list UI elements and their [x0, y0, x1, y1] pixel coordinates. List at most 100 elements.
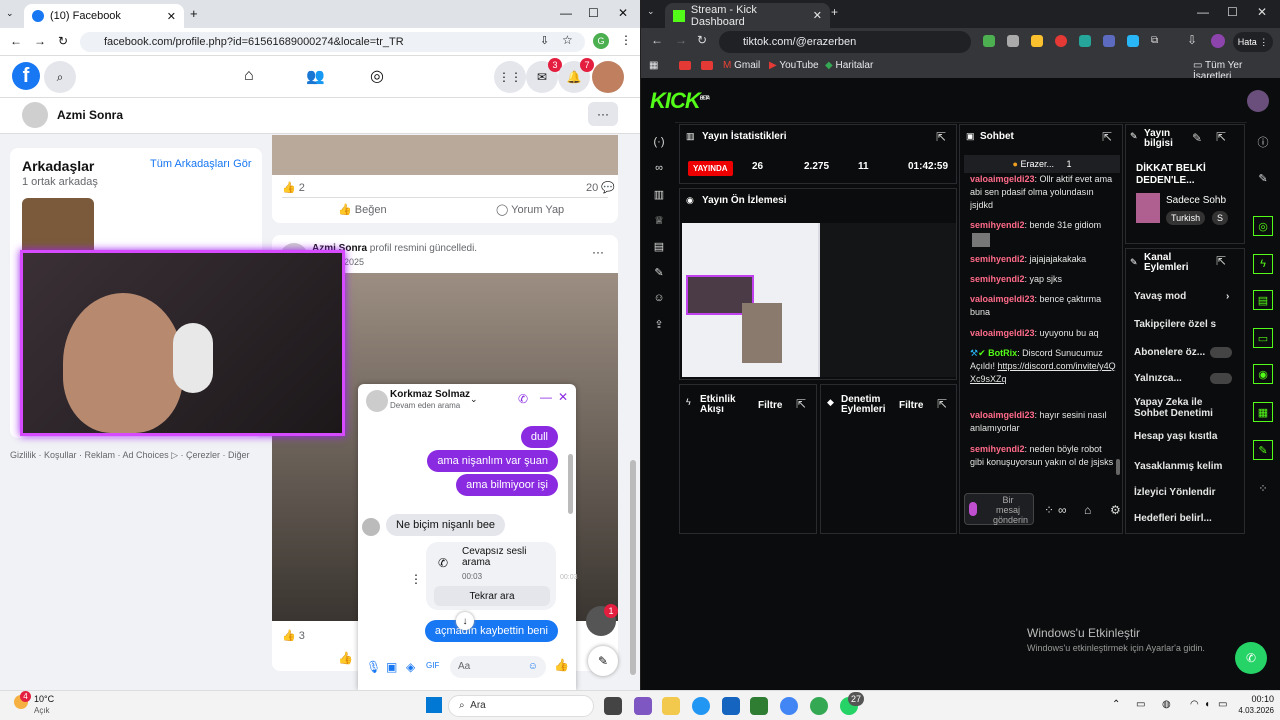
pinned-viewer-bar[interactable]: ● Erazer... 1: [964, 155, 1120, 173]
video-icon[interactable]: ▤: [649, 236, 669, 256]
extension-icon[interactable]: [1079, 35, 1091, 47]
clock-date[interactable]: 4.03.2026: [1228, 706, 1274, 715]
chat-head-avatar[interactable]: 1: [586, 604, 618, 636]
weather-temp[interactable]: 10°C: [34, 694, 54, 704]
groups-icon[interactable]: ◎: [370, 66, 384, 86]
footer-link[interactable]: Diğer: [228, 450, 250, 460]
file-explorer-icon[interactable]: [662, 697, 680, 715]
apps-grid-icon[interactable]: ▦: [649, 60, 658, 71]
broadcast-icon[interactable]: (·): [649, 132, 669, 152]
search-icon[interactable]: ⌕: [44, 61, 76, 93]
url-field[interactable]: tiktok.com/@erazerben: [719, 31, 971, 53]
chrome-icon[interactable]: [780, 697, 798, 715]
trophy-icon[interactable]: ♕: [649, 210, 669, 230]
install-icon[interactable]: ⇩: [540, 34, 549, 47]
task-view-icon[interactable]: [604, 697, 622, 715]
extension-icon[interactable]: [1103, 35, 1115, 47]
comment-count[interactable]: 20 💬: [586, 181, 615, 194]
close-window-icon[interactable]: ✕: [618, 6, 628, 20]
kick-avatar[interactable]: [1247, 90, 1269, 112]
extension-icon[interactable]: [1055, 35, 1067, 47]
thumbs-up-send-icon[interactable]: 👍: [554, 658, 569, 672]
bolt-icon[interactable]: ϟ: [1253, 254, 1273, 274]
infinity-icon[interactable]: ∞: [1058, 503, 1067, 517]
message-input[interactable]: Aa ☺: [450, 656, 546, 678]
footer-link[interactable]: Gizlilik: [10, 450, 36, 460]
chat-message[interactable]: valoaimgeldi23: hayır sesini nasıl anlam…: [970, 409, 1118, 435]
chat-message[interactable]: valoaimgeldi23: bence çaktırma buna: [970, 293, 1118, 319]
account-avatar[interactable]: [592, 61, 624, 93]
friends-icon[interactable]: 👥: [306, 67, 325, 85]
outgoing-message[interactable]: ama bilmiyoor işi: [456, 474, 558, 496]
copilot-icon[interactable]: [634, 697, 652, 715]
tab-list-icon[interactable]: ⌄: [647, 6, 655, 17]
chat-scrollbar[interactable]: [568, 454, 573, 514]
app-icon[interactable]: [750, 697, 768, 715]
popout-icon[interactable]: ⇱: [796, 397, 806, 411]
notifications-icon[interactable]: 🔔 7: [558, 58, 594, 93]
reload-icon[interactable]: ↻: [58, 34, 68, 48]
upload-icon[interactable]: ⇪: [649, 314, 669, 334]
broadcast-icon[interactable]: ◉: [1253, 364, 1273, 384]
back-icon[interactable]: ←: [651, 33, 663, 47]
action-ai-moderation[interactable]: Yapay Zeka ile Sohbet Denetimi: [1134, 397, 1214, 419]
like-count-2[interactable]: 👍 3: [282, 629, 305, 642]
photo-icon[interactable]: ▣: [386, 660, 397, 674]
friend-photo[interactable]: [22, 198, 94, 258]
post-date[interactable]: 2025: [344, 257, 364, 267]
see-all-friends-link[interactable]: Tüm Arkadaşları Gör: [150, 158, 251, 170]
minimize-chat-icon[interactable]: —: [540, 390, 552, 404]
emoji-icon[interactable]: ☺: [528, 661, 538, 672]
analytics-icon[interactable]: ▥: [649, 184, 669, 204]
footer-link[interactable]: Ad Choices: [123, 450, 169, 460]
incoming-message[interactable]: Ne biçim nişanlı bee: [386, 514, 506, 536]
chat-input[interactable]: Bir mesaj gönderin: [964, 493, 1034, 525]
new-tab-icon[interactable]: +: [831, 5, 838, 19]
puzzle-icon[interactable]: ⧉: [1151, 35, 1163, 47]
profile-avatar[interactable]: G: [593, 33, 609, 49]
info-icon[interactable]: ⓘ: [1253, 132, 1273, 152]
action-goals[interactable]: Hedefleri belirl...: [1134, 513, 1212, 524]
capture-icon[interactable]: ◎: [1253, 216, 1273, 236]
action-followers-only[interactable]: Takipçilere özel s: [1134, 319, 1240, 330]
bookmark-maps[interactable]: ◆ Haritalar: [825, 60, 873, 71]
message-icon[interactable]: ▭: [1253, 328, 1273, 348]
wifi-icon[interactable]: ◠: [1190, 699, 1199, 710]
moderation-filter[interactable]: Filtre: [899, 400, 923, 411]
clock-time[interactable]: 00:10: [1234, 694, 1274, 704]
subscribers-only-toggle[interactable]: [1210, 347, 1232, 358]
chat-contact-name[interactable]: Korkmaz Solmaz: [390, 389, 470, 400]
chat-message[interactable]: ⚒✔ BotRix: Discord Sunucumuz Açıldı! htt…: [970, 347, 1118, 386]
chat-message[interactable]: valoaimgeldi23: Ollr aktif evet ama abi …: [970, 173, 1118, 225]
more-options-icon[interactable]: ···: [588, 102, 618, 126]
like-count[interactable]: 👍 2: [282, 181, 305, 194]
url-field[interactable]: facebook.com/profile.php?id=615616890002…: [80, 32, 585, 52]
maximize-icon[interactable]: ☐: [1227, 5, 1238, 19]
profile-avatar-small[interactable]: [22, 102, 48, 128]
chevron-down-icon[interactable]: ⌄: [470, 394, 478, 405]
layout-icon[interactable]: ▦: [1253, 402, 1273, 422]
weather-icon[interactable]: 4: [14, 691, 31, 709]
bookmark-gmail[interactable]: M Gmail: [723, 60, 760, 71]
youtube-icon[interactable]: [679, 61, 691, 70]
facebook-logo-icon[interactable]: f: [12, 62, 40, 90]
chat-message[interactable]: semihyendi2: bende 31e gidiom: [970, 219, 1118, 232]
close-chat-icon[interactable]: ✕: [558, 390, 568, 404]
category-thumbnail[interactable]: [1136, 193, 1160, 223]
maximize-icon[interactable]: ☐: [588, 6, 599, 20]
popout-icon[interactable]: ⇱: [936, 130, 946, 144]
menu-kebab-icon[interactable]: ⋮: [620, 33, 632, 47]
chat-message[interactable]: semihyendi2: jajajajakakaka: [970, 253, 1118, 266]
chat-message[interactable]: valoaimgeldi23: uyuyonu bu aq: [970, 327, 1118, 340]
extension-icon[interactable]: [1031, 35, 1043, 47]
like-button[interactable]: 👍 Beğen: [338, 203, 387, 216]
extension-icon[interactable]: [1127, 35, 1139, 47]
close-tab-icon[interactable]: ✕: [167, 10, 176, 23]
footer-link[interactable]: Reklam: [85, 450, 116, 460]
preview-video[interactable]: [682, 223, 956, 377]
action-slow-mode[interactable]: Yavaş mod ›: [1134, 291, 1229, 302]
settings-gear-icon[interactable]: ⚙: [1110, 503, 1121, 517]
extension-icon[interactable]: [983, 35, 995, 47]
store-icon[interactable]: [722, 697, 740, 715]
pencil-icon[interactable]: ✎: [1253, 168, 1273, 188]
